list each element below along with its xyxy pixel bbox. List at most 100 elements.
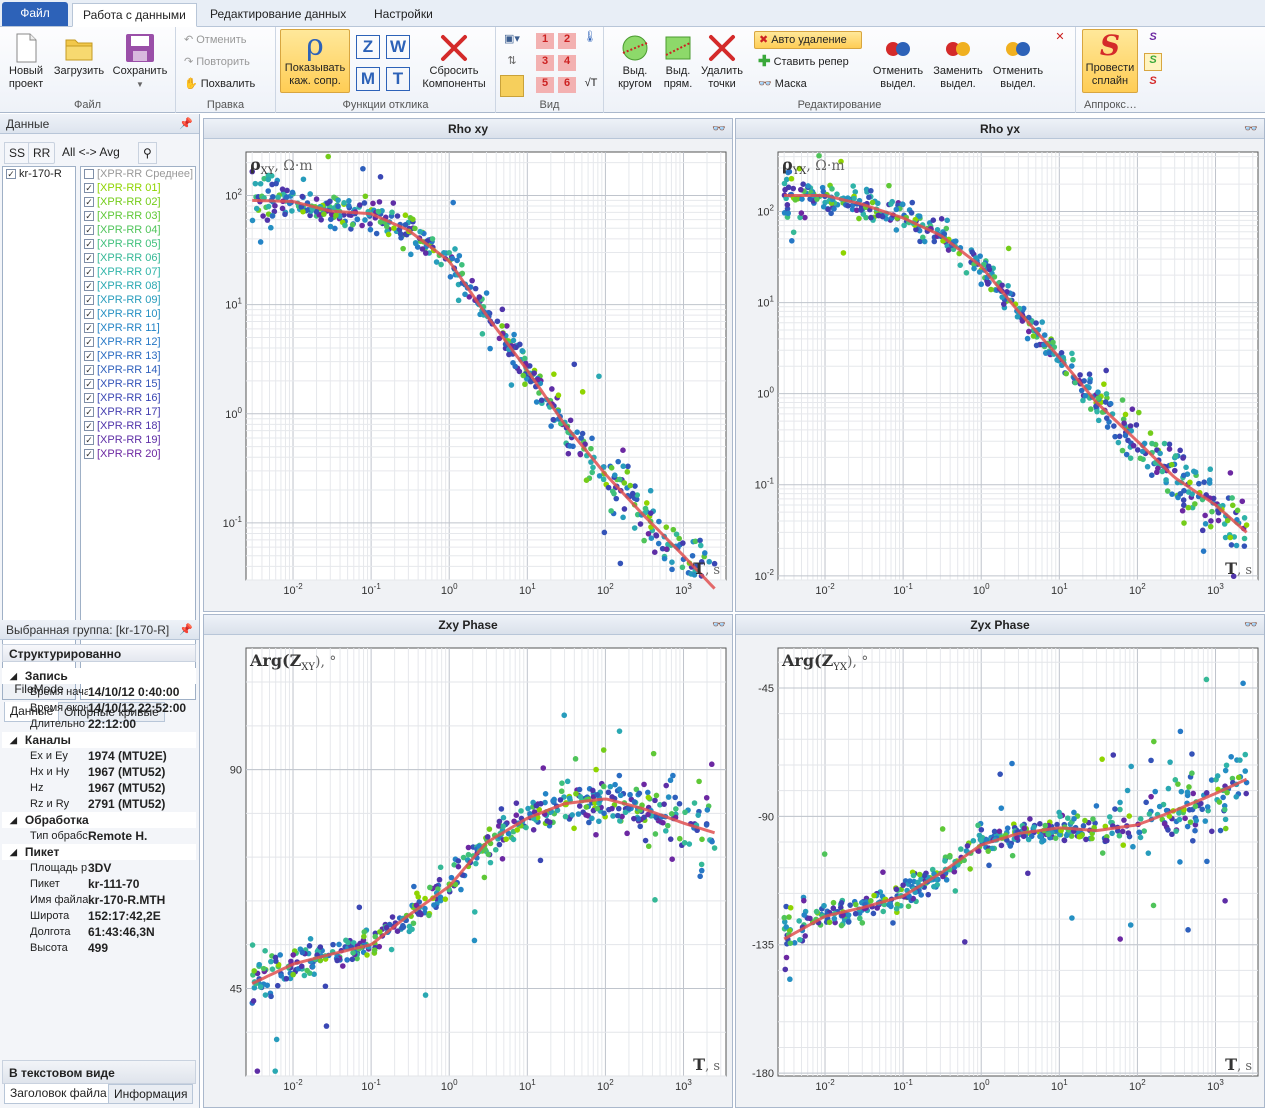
data-point[interactable] [1112, 806, 1118, 812]
rr-button[interactable]: RR [28, 142, 56, 164]
record-mean[interactable]: [XPR-RR Среднее] [81, 167, 195, 181]
data-point[interactable] [452, 246, 458, 252]
data-point[interactable] [479, 331, 486, 337]
data-point[interactable] [938, 216, 945, 222]
redo-button[interactable]: ↷ Повторить [184, 53, 250, 71]
data-point[interactable] [1130, 843, 1136, 850]
data-point[interactable] [516, 368, 523, 375]
data-point[interactable] [682, 809, 688, 816]
cancel-selection-2-button[interactable]: Отменить выдел. [990, 33, 1046, 91]
data-point[interactable] [1122, 411, 1129, 418]
data-point[interactable] [627, 482, 634, 489]
data-point[interactable] [548, 423, 554, 429]
data-point[interactable] [476, 294, 483, 300]
pin-icon-2[interactable]: 📌 [179, 620, 193, 640]
data-point[interactable] [1021, 825, 1028, 832]
data-point[interactable] [407, 251, 414, 258]
data-point[interactable] [1239, 498, 1246, 505]
data-point[interactable] [901, 222, 907, 229]
save-button[interactable]: Сохранить ▼ [110, 33, 170, 91]
data-point[interactable] [1127, 423, 1134, 429]
record-item[interactable]: ✓ [XPR-RR 07] [81, 265, 195, 279]
data-point[interactable] [679, 564, 686, 571]
data-point[interactable] [1137, 816, 1144, 822]
data-point[interactable] [856, 215, 862, 222]
chart-rho-yx[interactable]: 10-2 10-1 100 101 102 103 102 101 100 10-1 10-2 ρYX… [736, 140, 1264, 612]
data-point[interactable] [1152, 788, 1159, 795]
data-point[interactable] [385, 231, 392, 238]
data-point[interactable] [942, 858, 948, 864]
data-point[interactable] [1076, 833, 1083, 840]
data-point[interactable] [1070, 356, 1076, 363]
record-checkbox[interactable]: ✓ [84, 281, 94, 291]
data-point[interactable] [1184, 823, 1191, 830]
data-point[interactable] [361, 200, 368, 206]
data-point[interactable] [571, 361, 578, 368]
data-point[interactable] [450, 199, 456, 206]
view-4-button[interactable]: 4 [558, 55, 576, 71]
data-point[interactable] [300, 176, 307, 183]
data-point[interactable] [1145, 850, 1152, 856]
data-point[interactable] [1144, 463, 1151, 470]
data-point[interactable] [469, 277, 475, 284]
data-point[interactable] [1241, 535, 1248, 542]
data-point[interactable] [1243, 790, 1250, 797]
settings-small-button[interactable]: ⇅ [502, 55, 522, 73]
data-point[interactable] [590, 464, 596, 471]
data-point[interactable] [523, 824, 529, 831]
data-point[interactable] [1005, 245, 1012, 252]
data-point[interactable] [322, 983, 329, 990]
data-point[interactable] [985, 848, 992, 854]
data-point[interactable] [375, 208, 382, 215]
data-point[interactable] [249, 942, 256, 948]
data-point[interactable] [1115, 439, 1122, 446]
data-point[interactable] [652, 831, 659, 837]
data-point[interactable] [1009, 760, 1015, 767]
data-point[interactable] [566, 795, 573, 802]
data-point[interactable] [487, 859, 494, 866]
data-point[interactable] [1207, 523, 1214, 530]
data-point[interactable] [1173, 828, 1179, 834]
data-point[interactable] [667, 836, 674, 842]
data-point[interactable] [417, 909, 423, 916]
data-point[interactable] [414, 890, 420, 897]
data-point[interactable] [324, 200, 331, 206]
data-point[interactable] [389, 914, 396, 920]
data-point[interactable] [264, 217, 271, 223]
data-point[interactable] [1208, 518, 1214, 524]
data-point[interactable] [655, 540, 662, 547]
data-point[interactable] [257, 180, 264, 187]
data-point[interactable] [1099, 756, 1105, 762]
w-component-button[interactable]: W [386, 35, 410, 59]
data-point[interactable] [813, 908, 820, 915]
data-point[interactable] [1080, 823, 1087, 829]
record-item[interactable]: ✓ [XPR-RR 09] [81, 293, 195, 307]
data-point[interactable] [797, 186, 804, 193]
record-checkbox[interactable]: ✓ [84, 197, 94, 207]
data-point[interactable] [377, 174, 384, 180]
spline-opt-3-button[interactable]: S [1144, 75, 1162, 93]
tab-settings[interactable]: Настройки [364, 3, 443, 27]
view-6-button[interactable]: 6 [558, 77, 576, 93]
data-point[interactable] [1112, 433, 1118, 440]
data-point[interactable] [790, 229, 797, 236]
data-point[interactable] [570, 443, 576, 450]
data-point[interactable] [429, 236, 436, 242]
data-point[interactable] [787, 940, 794, 946]
data-point[interactable] [1025, 836, 1032, 843]
data-point[interactable] [1130, 442, 1137, 449]
data-point[interactable] [417, 228, 423, 235]
data-point[interactable] [1176, 816, 1183, 823]
record-item[interactable]: ✓ [XPR-RR 20] [81, 447, 195, 461]
data-point[interactable] [971, 265, 977, 272]
data-point[interactable] [513, 812, 520, 818]
data-point[interactable] [652, 797, 658, 804]
data-point[interactable] [454, 257, 460, 264]
tab-info[interactable]: Информация [108, 1084, 194, 1104]
data-point[interactable] [253, 205, 260, 212]
data-point[interactable] [830, 899, 837, 906]
data-point[interactable] [1150, 902, 1157, 909]
data-point[interactable] [557, 797, 564, 803]
data-point[interactable] [499, 306, 506, 313]
data-point[interactable] [1185, 927, 1191, 933]
